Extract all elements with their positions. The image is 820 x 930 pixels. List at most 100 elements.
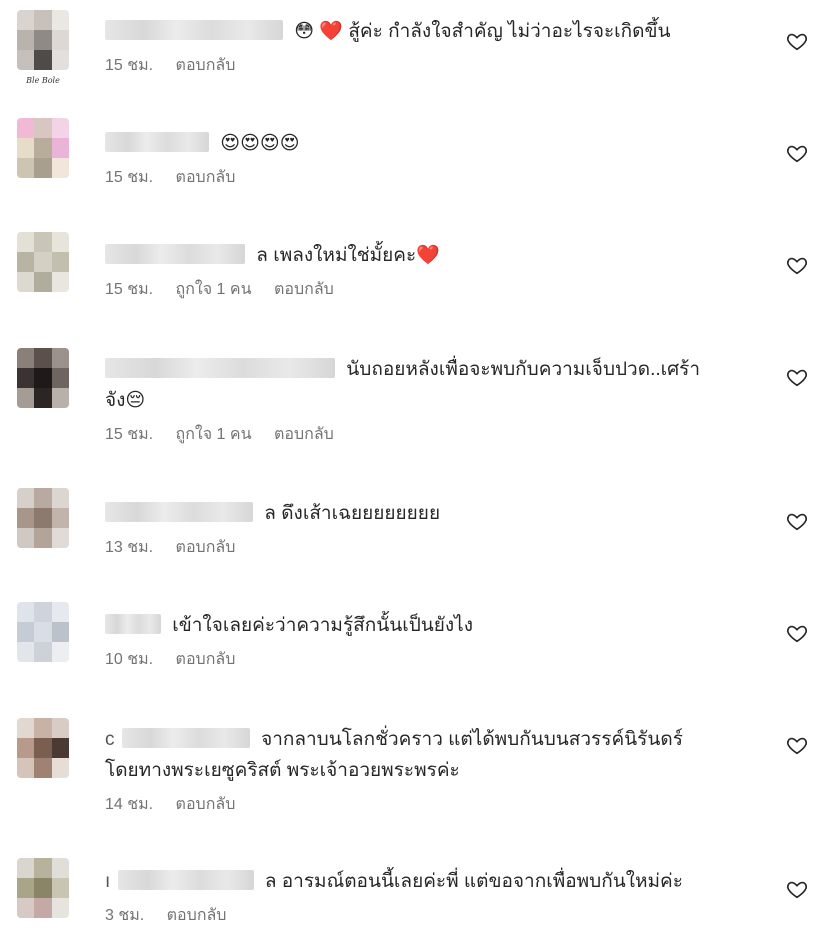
comment-time[interactable]: 15 ชม. <box>105 57 153 74</box>
avatar-pixel <box>34 388 53 408</box>
blurred-username[interactable] <box>117 870 254 890</box>
avatar-pixel <box>17 738 35 758</box>
avatar-pixel <box>17 232 35 252</box>
reply-button[interactable]: ตอบกลับ <box>176 169 236 186</box>
avatar-pixel <box>17 138 35 158</box>
avatar-pixel <box>34 252 53 272</box>
comment-time[interactable]: 15 ชม. <box>105 281 153 298</box>
comment-text: ล ดึงเส้าเฉยยยยยยยย <box>264 503 441 524</box>
reply-button[interactable]: ตอบกลับ <box>274 281 334 298</box>
avatar-pixel <box>34 272 53 292</box>
avatar-pixel <box>17 718 35 738</box>
avatar-pixel <box>51 30 69 50</box>
comment-time[interactable]: 14 ชม. <box>105 796 153 813</box>
comment-text: นับถอยหลังเพื่อจะพบกับความเจ็บปวด..เศร้า <box>346 359 701 380</box>
reply-button[interactable]: ตอบกลับ <box>274 426 334 443</box>
avatar-pixel <box>51 738 69 758</box>
avatar-pixel <box>34 718 53 738</box>
avatar-pixel <box>17 898 35 918</box>
avatar-pixel <box>17 272 35 292</box>
avatar[interactable] <box>17 10 69 70</box>
avatar-pixel <box>17 602 35 622</box>
avatar-pixel <box>17 388 35 408</box>
avatar-pixel <box>51 50 69 70</box>
avatar-pixel <box>51 388 69 408</box>
avatar[interactable] <box>17 602 69 662</box>
reply-button[interactable]: ตอบกลับ <box>176 57 236 74</box>
avatar[interactable] <box>17 232 69 292</box>
avatar-pixel <box>17 878 35 898</box>
avatar[interactable] <box>17 488 69 548</box>
avatar-pixel <box>34 348 53 368</box>
avatar[interactable] <box>17 118 69 178</box>
avatar-pixel <box>34 508 53 528</box>
heart-icon[interactable] <box>786 30 808 52</box>
avatar-pixel <box>51 232 69 252</box>
avatar-pixel <box>51 252 69 272</box>
comment-text: จากลาบนโลกชั่วคราว แต่ได้พบกันบนสวรรค์นิ… <box>261 729 683 750</box>
heart-icon[interactable] <box>786 622 808 644</box>
avatar-pixel <box>17 118 35 138</box>
avatar-pixel <box>34 118 53 138</box>
comment-time[interactable]: 3 ชม. <box>105 907 144 924</box>
likes-count[interactable]: ถูกใจ 1 คน <box>176 426 252 443</box>
avatar-pixel <box>51 898 69 918</box>
comment-time[interactable]: 10 ชม. <box>105 651 153 668</box>
avatar-pixel <box>51 528 69 548</box>
avatar-pixel <box>51 858 69 878</box>
avatar-pixel <box>51 622 69 642</box>
blurred-username[interactable] <box>105 614 161 634</box>
avatar-pixel <box>17 858 35 878</box>
avatar-pixel <box>17 508 35 528</box>
comment-time[interactable]: 13 ชม. <box>105 539 153 556</box>
avatar-pixel <box>34 158 53 178</box>
blurred-username[interactable] <box>105 358 335 378</box>
reply-button[interactable]: ตอบกลับ <box>176 651 236 668</box>
avatar-pixel <box>34 488 53 508</box>
comment-text: เข้าใจเลยค่ะว่าความรู้สึกนั้นเป็นยังไง <box>172 615 474 636</box>
blurred-username[interactable] <box>105 20 283 40</box>
username-prefix[interactable]: ı <box>105 871 110 892</box>
avatar-pixel <box>51 158 69 178</box>
heart-icon[interactable] <box>786 878 808 900</box>
avatar-pixel <box>34 368 53 388</box>
avatar[interactable] <box>17 348 69 408</box>
avatar-pixel <box>51 118 69 138</box>
heart-icon[interactable] <box>786 142 808 164</box>
avatar-pixel <box>51 878 69 898</box>
avatar-pixel <box>51 348 69 368</box>
username-prefix[interactable]: c <box>105 729 115 750</box>
avatar-pixel <box>51 508 69 528</box>
avatar-pixel <box>34 898 53 918</box>
heart-icon[interactable] <box>786 734 808 756</box>
avatar-pixel <box>51 368 69 388</box>
avatar-pixel <box>34 858 53 878</box>
avatar-pixel <box>17 488 35 508</box>
blurred-username[interactable] <box>105 502 253 522</box>
reply-button[interactable]: ตอบกลับ <box>176 796 236 813</box>
avatar-pixel <box>51 488 69 508</box>
reply-button[interactable]: ตอบกลับ <box>167 907 227 924</box>
avatar-pixel <box>34 232 53 252</box>
avatar-pixel <box>17 158 35 178</box>
reply-button[interactable]: ตอบกลับ <box>176 539 236 556</box>
heart-icon[interactable] <box>786 254 808 276</box>
comment-text-continued: โดยทางพระเยซูคริสต์ พระเจ้าอวยพระพรค่ะ <box>105 760 460 781</box>
heart-icon[interactable] <box>786 366 808 388</box>
avatar-pixel <box>34 622 53 642</box>
blurred-username[interactable] <box>105 132 209 152</box>
avatar-pixel <box>34 758 53 778</box>
comment-time[interactable]: 15 ชม. <box>105 426 153 443</box>
likes-count[interactable]: ถูกใจ 1 คน <box>176 281 252 298</box>
heart-icon[interactable] <box>786 510 808 532</box>
avatar[interactable] <box>17 718 69 778</box>
comment-time[interactable]: 15 ชม. <box>105 169 153 186</box>
avatar-pixel <box>51 10 69 30</box>
avatar-pixel <box>34 10 53 30</box>
avatar-pixel <box>34 878 53 898</box>
avatar[interactable] <box>17 858 69 918</box>
avatar-pixel <box>17 252 35 272</box>
avatar-pixel <box>17 30 35 50</box>
blurred-username[interactable] <box>105 244 245 264</box>
blurred-username[interactable] <box>121 728 250 748</box>
